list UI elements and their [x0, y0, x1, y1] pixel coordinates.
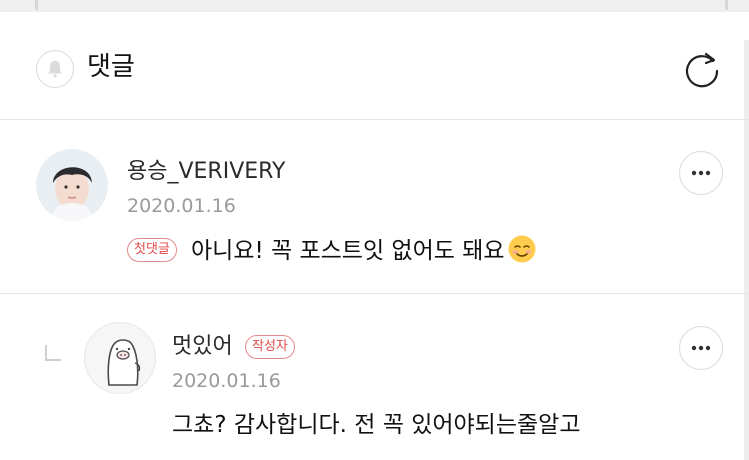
top-strip-marker [35, 0, 38, 10]
comment-text-content: 아니요! 꼭 포스트잇 없어도 돼요 [191, 238, 505, 264]
smiling-face-emoji [508, 235, 536, 263]
reply-arrow-icon [44, 344, 62, 362]
top-strip-marker [725, 0, 728, 10]
comments-header: 댓글 [0, 12, 749, 120]
first-comment-badge: 첫댓글 [127, 238, 177, 262]
more-options-icon[interactable] [679, 151, 723, 195]
bell-icon[interactable] [36, 50, 74, 88]
comment-author[interactable]: 멋있어 [172, 333, 233, 361]
comment-item: 용승_VERIVERY 2020.01.16 첫댓글 아니요! 꼭 포스트잇 없… [0, 120, 749, 294]
refresh-icon[interactable] [682, 49, 722, 89]
comment-date: 2020.01.16 [127, 195, 236, 217]
comment-text: 그쵸? 감사합니다. 전 꼭 있어야되는줄알고 [172, 412, 581, 438]
avatar[interactable] [36, 149, 108, 221]
comment-date: 2020.01.16 [172, 370, 281, 392]
more-options-icon[interactable] [679, 326, 723, 370]
author-badge: 작성자 [245, 335, 295, 359]
comment-author[interactable]: 용승_VERIVERY [127, 158, 285, 186]
avatar[interactable] [84, 322, 156, 394]
comment-text: 아니요! 꼭 포스트잇 없어도 돼요 [191, 234, 537, 266]
reply-item: 멋있어 작성자 2020.01.16 그쵸? 감사합니다. 전 꼭 있어야되는줄… [0, 294, 749, 460]
page-title: 댓글 [87, 52, 135, 82]
top-strip [0, 0, 749, 12]
